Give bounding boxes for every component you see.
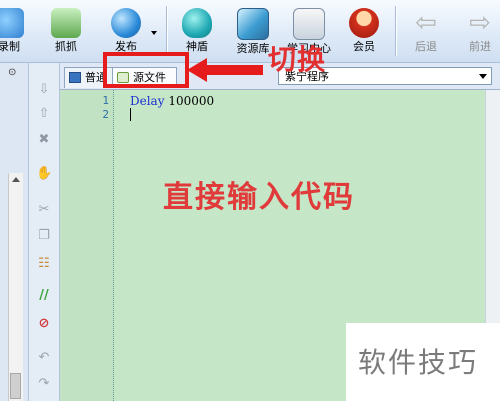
- member-button[interactable]: 会员: [342, 2, 386, 60]
- delete-icon[interactable]: ✖: [36, 133, 52, 147]
- command-toolbar: ⇩ ⇧ ✖ ✋ ✂ ❐ ☷ // ⊘ ↶ ↷: [29, 63, 60, 401]
- watermark: 软件技巧: [346, 323, 500, 401]
- toolbar-separator: [395, 6, 396, 56]
- uncomment-icon[interactable]: ⊘: [36, 317, 52, 331]
- line-number: 1: [102, 94, 109, 107]
- publish-dropdown-icon[interactable]: [151, 31, 157, 35]
- comment-icon[interactable]: //: [36, 289, 52, 303]
- watermark-text: 软件技巧: [358, 346, 479, 379]
- hand-icon[interactable]: ✋: [36, 167, 52, 181]
- globe-icon: [111, 8, 141, 38]
- undo-icon[interactable]: ↶: [36, 351, 52, 365]
- main-toolbar: 录制 抓抓 发布 神盾 资源库 学习中心 会员 ⇦ 后退 ⇨ 前进: [0, 0, 500, 63]
- code-argument: 100000: [168, 94, 215, 108]
- shield-icon: [182, 8, 212, 38]
- project-panel: ⊙: [0, 63, 29, 401]
- toolbar-separator: [166, 6, 167, 56]
- paste-icon[interactable]: ☷: [36, 257, 52, 271]
- copy-icon[interactable]: ❐: [36, 229, 52, 243]
- line-number: 2: [102, 108, 109, 121]
- scroll-up-icon[interactable]: [12, 177, 20, 182]
- capture-hand-icon: [51, 8, 81, 38]
- move-down-icon[interactable]: ⇩: [36, 83, 52, 97]
- pin-icon[interactable]: ⊙: [8, 67, 16, 78]
- forward-button[interactable]: ⇨ 前进: [458, 2, 500, 60]
- highlight-box: [103, 52, 189, 88]
- chevron-down-icon[interactable]: [479, 74, 487, 79]
- code-keyword: Delay: [130, 94, 165, 108]
- annotation-arrow-icon: [187, 58, 263, 82]
- normal-view-icon: [69, 72, 81, 83]
- move-up-icon[interactable]: ⇧: [36, 107, 52, 121]
- record-button[interactable]: 录制: [0, 2, 26, 60]
- arrow-left-icon: ⇦: [415, 8, 437, 38]
- capture-button[interactable]: 抓抓: [46, 2, 86, 60]
- code-line-1[interactable]: Delay 100000: [130, 94, 214, 108]
- back-button[interactable]: ⇦ 后退: [404, 2, 448, 60]
- scroll-thumb[interactable]: [10, 373, 21, 399]
- record-icon: [0, 8, 24, 38]
- line-number-gutter: 1 2: [60, 90, 114, 401]
- project-panel-scrollbar[interactable]: [8, 173, 23, 401]
- book-icon: [293, 8, 325, 40]
- user-icon: [349, 8, 379, 38]
- arrow-right-icon: ⇨: [469, 8, 491, 38]
- redo-icon[interactable]: ↷: [36, 377, 52, 391]
- annotation-main-text: 直接输入代码: [163, 180, 355, 215]
- annotation-switch-text: 切换: [268, 43, 327, 76]
- cut-icon[interactable]: ✂: [36, 203, 52, 217]
- text-caret: [130, 108, 131, 121]
- resource-library-icon: [237, 8, 269, 40]
